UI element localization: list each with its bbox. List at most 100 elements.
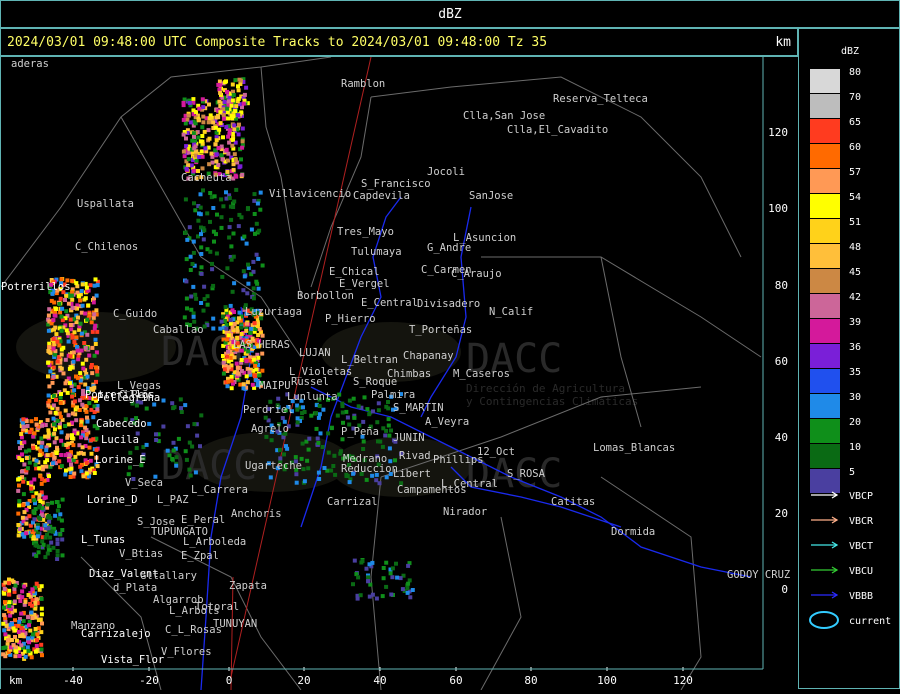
echo-pixel xyxy=(83,382,88,387)
place-label: Palmira xyxy=(371,389,415,401)
echo-pixel xyxy=(27,460,32,465)
place-label: V_Btias xyxy=(119,548,163,560)
place-label: E_Zpal xyxy=(181,550,219,562)
echo-pixel xyxy=(134,403,139,408)
echo-pixel xyxy=(199,149,204,154)
echo-pixel xyxy=(7,600,12,605)
echo-pixel xyxy=(214,138,219,143)
echo-pixel xyxy=(21,479,26,484)
echo-pixel xyxy=(202,297,207,302)
echo-pixel xyxy=(228,303,233,308)
echo-pixel xyxy=(256,355,261,360)
echo-pixel xyxy=(233,158,238,163)
echo-pixel xyxy=(294,472,299,477)
echo-pixel xyxy=(46,374,50,379)
echo-pixel xyxy=(236,371,240,376)
echo-pixel xyxy=(7,592,12,597)
echo-pixel xyxy=(72,388,77,393)
place-label: Carrizal xyxy=(327,496,378,508)
echo-pixel xyxy=(329,468,334,473)
echo-pixel xyxy=(197,211,201,216)
scale-title: dBZ xyxy=(438,7,462,22)
echo-pixel xyxy=(381,566,386,570)
echo-pixel xyxy=(240,145,245,150)
echo-pixel xyxy=(228,128,232,133)
echo-pixel xyxy=(251,259,256,264)
echo-pixel xyxy=(54,451,59,455)
legend-value: 39 xyxy=(849,317,861,328)
echo-pixel xyxy=(233,109,238,113)
echo-pixel xyxy=(406,581,411,586)
echo-pixel xyxy=(352,415,357,420)
echo-pixel xyxy=(183,197,188,202)
place-label: P_Peña xyxy=(341,426,379,438)
echo-pixel xyxy=(188,120,193,125)
echo-pixel xyxy=(72,330,77,335)
echo-pixel xyxy=(222,100,227,104)
echo-pixel xyxy=(205,302,210,307)
place-label: T_Porteñas xyxy=(409,324,472,336)
echo-pixel xyxy=(212,239,216,244)
echo-pixel xyxy=(59,392,63,396)
echo-pixel xyxy=(53,513,58,518)
echo-pixel xyxy=(72,471,77,476)
echo-pixel xyxy=(75,290,80,295)
echo-pixel xyxy=(167,453,172,458)
echo-pixel xyxy=(47,349,52,354)
scale-title-bar: dBZ xyxy=(0,0,900,28)
echo-pixel xyxy=(245,207,250,212)
echo-pixel xyxy=(206,128,211,133)
echo-pixel xyxy=(37,505,42,510)
echo-pixel xyxy=(191,284,196,289)
echo-pixel xyxy=(229,386,234,391)
echo-pixel xyxy=(208,249,213,254)
echo-pixel xyxy=(224,147,229,152)
echo-pixel xyxy=(75,348,80,353)
echo-pixel xyxy=(19,626,24,630)
echo-pixel xyxy=(35,632,40,637)
legend-value: 20 xyxy=(849,417,861,428)
echo-pixel xyxy=(230,98,235,103)
echo-pixel xyxy=(361,447,366,451)
echo-pixel xyxy=(254,252,259,257)
echo-pixel xyxy=(229,257,234,262)
echo-pixel xyxy=(11,626,16,631)
echo-pixel xyxy=(388,571,393,576)
echo-pixel xyxy=(386,423,391,428)
echo-pixel xyxy=(37,493,42,498)
place-label: Vista_Flor xyxy=(101,654,164,666)
echo-pixel xyxy=(245,380,250,385)
radar-map[interactable]: DACC Dirección de Agricultura y Continge… xyxy=(0,56,799,691)
track-label: VBCP xyxy=(849,491,873,502)
echo-pixel xyxy=(198,444,202,449)
echo-pixel xyxy=(50,380,55,385)
echo-pixel xyxy=(322,466,327,470)
place-label: P_Hierro xyxy=(325,313,376,325)
echo-pixel xyxy=(201,226,206,231)
echo-pixel xyxy=(61,345,66,350)
echo-pixel xyxy=(236,113,241,118)
echo-pixel xyxy=(332,453,337,458)
echo-pixel xyxy=(189,294,194,299)
echo-pixel xyxy=(94,447,99,452)
radar-map-panel[interactable]: DACC Dirección de Agricultura y Continge… xyxy=(0,56,799,691)
echo-pixel xyxy=(80,445,85,450)
echo-pixel xyxy=(174,455,179,460)
echo-pixel xyxy=(74,335,79,340)
echo-pixel xyxy=(241,288,246,293)
place-label: Phillips xyxy=(433,454,484,466)
legend-swatch xyxy=(810,369,840,393)
echo-pixel xyxy=(317,412,322,417)
echo-pixel xyxy=(384,404,389,409)
echo-pixel xyxy=(55,419,60,423)
echo-pixel xyxy=(55,541,60,546)
echo-pixel xyxy=(224,190,228,195)
echo-pixel xyxy=(318,431,323,436)
echo-pixel xyxy=(335,413,340,418)
echo-pixel xyxy=(333,472,338,477)
echo-pixel xyxy=(252,374,257,379)
echo-pixel xyxy=(83,345,88,350)
place-label: GODOY CRUZ xyxy=(727,569,790,581)
echo-pixel xyxy=(84,285,89,290)
place-label: Ugarteche xyxy=(245,460,302,472)
